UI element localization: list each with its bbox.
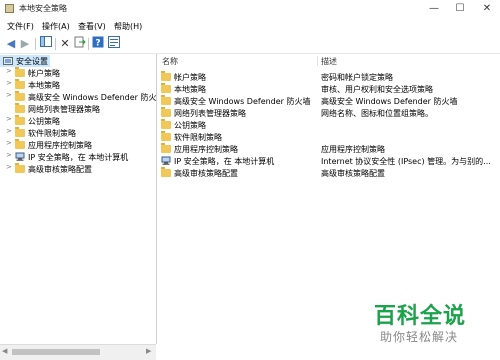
tree-item-label: 公钥策略 — [28, 117, 60, 126]
tree-pane: 安全设置 > 帐户策略 > 本地策略 > 高级安全 Windows Defend… — [0, 54, 157, 344]
folder-icon — [15, 91, 25, 101]
menu-view[interactable]: 查看(V) — [78, 21, 106, 32]
column-header-name[interactable]: 名称 — [162, 56, 178, 67]
list-item-name: 帐户策略 — [174, 73, 206, 82]
folder-icon — [15, 163, 25, 173]
list-item-name: 高级审核策略配置 — [174, 169, 238, 178]
expand-arrow-icon[interactable]: > — [6, 127, 12, 135]
list-item-description: 密码和帐户锁定策略 — [321, 73, 393, 82]
window-title: 本地安全策略 — [19, 4, 67, 13]
app-icon — [5, 4, 14, 13]
export-icon[interactable] — [72, 36, 88, 52]
tree-item-root[interactable]: 安全设置 — [0, 55, 50, 67]
folder-icon — [161, 95, 171, 105]
list-item[interactable]: 网络列表管理器策略 网络名称、图标和位置组策略。 — [157, 107, 500, 119]
close-button[interactable]: ✕ — [474, 0, 500, 17]
tree-item-label: 软件限制策略 — [28, 129, 76, 138]
tree-item-label: 本地策略 — [28, 81, 60, 90]
column-header-description[interactable]: 描述 — [321, 56, 337, 67]
expand-arrow-icon[interactable]: > — [6, 79, 12, 87]
toolbar-separator — [35, 38, 36, 50]
expand-arrow-icon[interactable]: > — [6, 91, 12, 99]
expand-arrow-icon[interactable]: > — [6, 163, 12, 171]
expand-arrow-icon[interactable]: > — [6, 67, 12, 75]
list-item-description: 高级审核策略配置 — [321, 169, 385, 178]
tree-item-label: 应用程序控制策略 — [28, 141, 92, 150]
expand-arrow-icon[interactable]: > — [6, 115, 12, 123]
list-item[interactable]: 软件限制策略 — [157, 131, 500, 143]
menu-bar: 文件(F) 操作(A) 查看(V) 帮助(H) — [0, 18, 500, 34]
tree-item-label: 高级审核策略配置 — [28, 165, 92, 174]
watermark-title: 百科全说 — [374, 304, 467, 329]
list-item-name: 公钥策略 — [174, 121, 206, 130]
scroll-right-icon[interactable]: ▶ — [146, 347, 151, 355]
tree-item-label: 网络列表管理器策略 — [28, 105, 100, 114]
folder-icon — [15, 103, 25, 113]
ip-security-icon — [15, 152, 25, 162]
watermark-subtitle: 助你轻松解决 — [380, 330, 459, 344]
tree-horizontal-scrollbar[interactable]: ◀ ▶ — [0, 344, 156, 360]
menu-help[interactable]: 帮助(H) — [114, 21, 142, 32]
list-item[interactable]: 高级审核策略配置 高级审核策略配置 — [157, 167, 500, 179]
tree-item-label: 帐户策略 — [28, 69, 60, 78]
list-item[interactable]: 本地策略 审核、用户权利和安全选项策略 — [157, 83, 500, 95]
forward-icon[interactable]: ▶ — [17, 36, 33, 52]
expand-arrow-icon[interactable]: > — [6, 151, 12, 159]
svg-text:?: ? — [95, 39, 100, 49]
folder-icon — [15, 127, 25, 137]
folder-icon — [161, 83, 171, 93]
scrollbar-thumb[interactable] — [12, 349, 100, 355]
list-item[interactable]: 高级安全 Windows Defender 防火墙 高级安全 Windows D… — [157, 95, 500, 107]
list-item-description: 高级安全 Windows Defender 防火墙 — [321, 97, 458, 106]
menu-action[interactable]: 操作(A) — [42, 21, 70, 32]
menu-file[interactable]: 文件(F) — [7, 21, 34, 32]
folder-icon — [161, 107, 171, 117]
list-item-name: 高级安全 Windows Defender 防火墙 — [174, 97, 311, 106]
folder-icon — [15, 79, 25, 89]
help-icon[interactable]: ? — [90, 36, 106, 52]
list-item-description: Internet 协议安全性 (IPsec) 管理。为与别的... — [321, 157, 491, 166]
list-item-name: 本地策略 — [174, 85, 206, 94]
folder-icon — [161, 71, 171, 81]
list-item-name: 应用程序控制策略 — [174, 145, 238, 154]
toolbar-separator — [55, 38, 56, 50]
tree-item-label: IP 安全策略，在 本地计算机 — [28, 153, 129, 162]
list-item-name: IP 安全策略，在 本地计算机 — [174, 157, 275, 166]
list-item-description: 应用程序控制策略 — [321, 145, 385, 154]
list-item-name: 网络列表管理器策略 — [174, 109, 246, 118]
properties-icon[interactable] — [106, 36, 122, 52]
minimize-button[interactable]: — — [421, 0, 447, 17]
expand-arrow-icon[interactable]: > — [6, 139, 12, 147]
list-item[interactable]: 公钥策略 — [157, 119, 500, 131]
tree-item-label: 高级安全 Windows Defender 防火墙 — [28, 93, 157, 102]
show-tree-icon[interactable] — [38, 36, 54, 52]
folder-icon — [161, 167, 171, 177]
security-settings-icon — [3, 56, 13, 66]
folder-icon — [15, 67, 25, 77]
folder-icon — [161, 119, 171, 129]
toolbar-separator — [88, 38, 89, 50]
list-item-description: 网络名称、图标和位置组策略。 — [321, 109, 433, 118]
toolbar: ◀ ▶ ✕ ? — [0, 35, 500, 54]
list-item[interactable]: IP 安全策略，在 本地计算机 Internet 协议安全性 (IPsec) 管… — [157, 155, 500, 167]
folder-icon — [161, 143, 171, 153]
list-item[interactable]: 帐户策略 密码和帐户锁定策略 — [157, 71, 500, 83]
delete-icon[interactable]: ✕ — [57, 36, 73, 52]
maximize-button[interactable]: ☐ — [447, 0, 473, 17]
title-bar: 本地安全策略 — ☐ ✕ — [0, 0, 500, 17]
tree-root-label: 安全设置 — [16, 57, 48, 66]
list-item-name: 软件限制策略 — [174, 133, 222, 142]
column-divider[interactable] — [317, 56, 318, 66]
folder-icon — [15, 139, 25, 149]
folder-icon — [161, 131, 171, 141]
ip-security-icon — [161, 156, 171, 166]
folder-icon — [15, 115, 25, 125]
list-item-description: 审核、用户权利和安全选项策略 — [321, 85, 433, 94]
scroll-left-icon[interactable]: ◀ — [2, 347, 7, 355]
list-item[interactable]: 应用程序控制策略 应用程序控制策略 — [157, 143, 500, 155]
